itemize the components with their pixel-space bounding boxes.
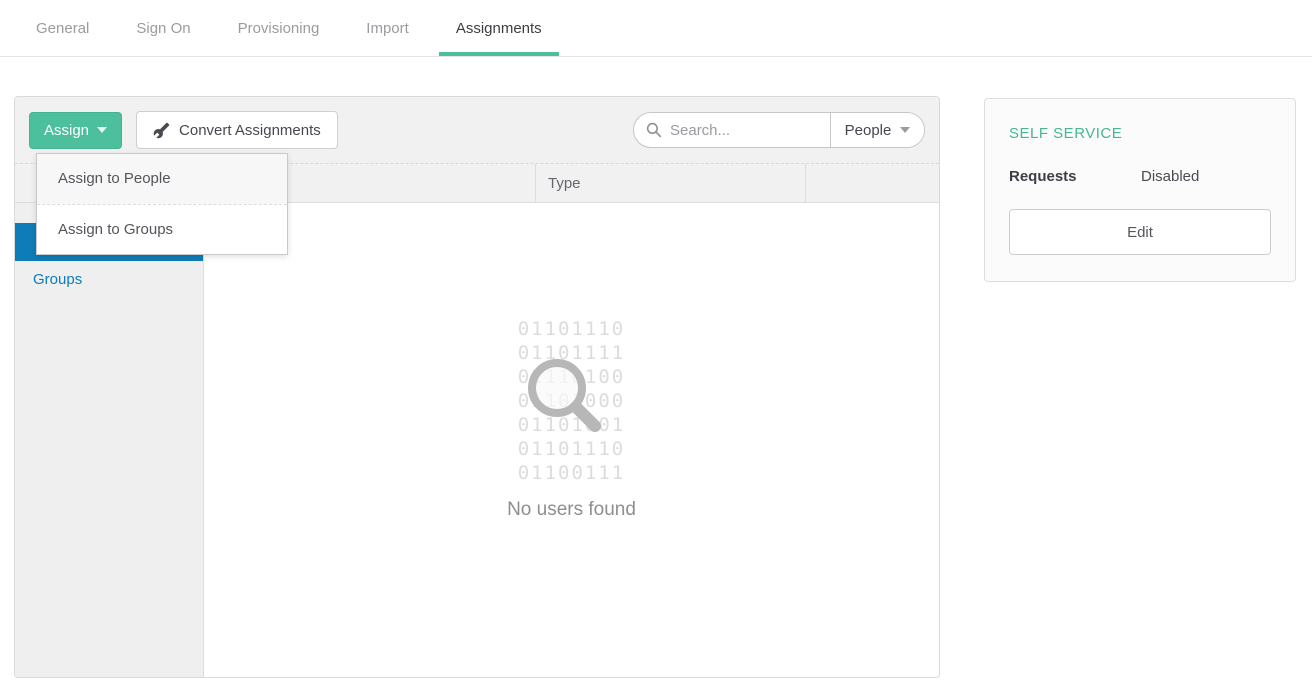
menu-item-assign-to-groups[interactable]: Assign to Groups bbox=[37, 204, 287, 254]
tab-sign-on[interactable]: Sign On bbox=[119, 0, 207, 56]
tab-general[interactable]: General bbox=[19, 0, 106, 56]
chevron-down-icon bbox=[900, 127, 910, 133]
menu-item-assign-to-people[interactable]: Assign to People bbox=[37, 154, 287, 204]
chevron-down-icon bbox=[97, 127, 107, 133]
table-column-type[interactable]: Type bbox=[536, 164, 806, 202]
sidebar-item-groups[interactable]: Groups bbox=[15, 261, 203, 299]
search-control: People bbox=[633, 112, 925, 148]
assignments-panel: Assign Convert Assignments bbox=[14, 96, 940, 678]
assign-button-label: Assign bbox=[44, 122, 89, 139]
binary-row: 01101110 bbox=[518, 317, 626, 341]
panel-body: Groups 01101110 01101111 01110100 011010… bbox=[15, 203, 939, 677]
search-field-wrap bbox=[634, 113, 830, 147]
search-icon bbox=[646, 122, 662, 138]
tab-import[interactable]: Import bbox=[349, 0, 426, 56]
binary-row: 01100111 bbox=[518, 461, 626, 485]
search-scope-dropdown[interactable]: People bbox=[830, 113, 924, 147]
wrench-icon bbox=[153, 122, 170, 139]
empty-state-message: No users found bbox=[507, 499, 636, 521]
tab-assignments[interactable]: Assignments bbox=[439, 0, 559, 56]
convert-assignments-label: Convert Assignments bbox=[179, 122, 321, 139]
assign-dropdown-menu: Assign to People Assign to Groups bbox=[36, 153, 288, 255]
assignment-filter-sidebar: Groups bbox=[15, 203, 204, 677]
search-input[interactable] bbox=[670, 122, 820, 139]
assignments-content: 01101110 01101111 01110100 01101000 0110… bbox=[204, 203, 939, 677]
convert-assignments-button[interactable]: Convert Assignments bbox=[136, 111, 338, 149]
edit-button[interactable]: Edit bbox=[1009, 209, 1271, 255]
empty-state-graphic: 01101110 01101111 01110100 01101000 0110… bbox=[518, 317, 626, 485]
assign-button[interactable]: Assign bbox=[29, 112, 122, 149]
search-scope-value: People bbox=[845, 122, 892, 139]
self-service-panel: SELF SERVICE Requests Disabled Edit bbox=[984, 98, 1296, 282]
requests-label: Requests bbox=[1009, 168, 1141, 185]
app-tabbar: General Sign On Provisioning Import Assi… bbox=[0, 0, 1312, 57]
tab-provisioning[interactable]: Provisioning bbox=[221, 0, 337, 56]
magnifier-icon bbox=[517, 348, 613, 444]
table-column-actions bbox=[806, 164, 939, 202]
self-service-title: SELF SERVICE bbox=[1009, 125, 1271, 142]
self-service-requests-row: Requests Disabled bbox=[1009, 168, 1271, 185]
requests-value: Disabled bbox=[1141, 168, 1199, 185]
